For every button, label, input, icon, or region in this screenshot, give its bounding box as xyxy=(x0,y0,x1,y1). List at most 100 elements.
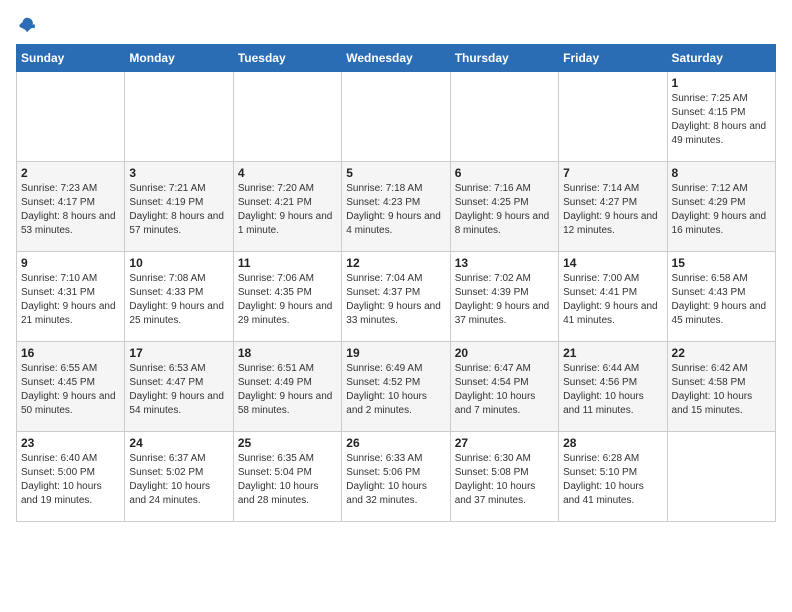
day-number: 3 xyxy=(129,166,228,180)
day-number: 16 xyxy=(21,346,120,360)
day-cell: 15 Sunrise: 6:58 AM Sunset: 4:43 PM Dayli… xyxy=(667,252,775,342)
day-number: 28 xyxy=(563,436,662,450)
day-cell: 24Sunrise: 6:37 AM Sunset: 5:02 PM Dayli… xyxy=(125,432,233,522)
day-number: 18 xyxy=(238,346,337,360)
day-number: 2 xyxy=(21,166,120,180)
day-number: 21 xyxy=(563,346,662,360)
day-info: Sunrise: 6:58 AM Sunset: 4:43 PM Dayligh… xyxy=(672,272,771,328)
week-row-1: 1 Sunrise: 7:25 AM Sunset: 4:15 PM Daylig… xyxy=(17,72,776,162)
day-info: Sunrise: 7:00 AM Sunset: 4:41 PM Dayligh… xyxy=(563,272,662,328)
day-number: 17 xyxy=(129,346,228,360)
weekday-header-sunday: Sunday xyxy=(17,45,125,72)
day-cell: 8 Sunrise: 7:12 AM Sunset: 4:29 PM Daylig… xyxy=(667,162,775,252)
day-cell xyxy=(342,72,450,162)
day-cell: 14 Sunrise: 7:00 AM Sunset: 4:41 PM Dayli… xyxy=(559,252,667,342)
day-number: 15 xyxy=(672,256,771,270)
day-cell: 23 Sunrise: 6:40 AM Sunset: 5:00 PM Dayli… xyxy=(17,432,125,522)
day-number: 6 xyxy=(455,166,554,180)
day-info: Sunrise: 6:30 AM Sunset: 5:08 PM Dayligh… xyxy=(455,452,554,508)
day-info: Sunrise: 7:12 AM Sunset: 4:29 PM Dayligh… xyxy=(672,182,771,238)
day-info: Sunrise: 6:28 AM Sunset: 5:10 PM Dayligh… xyxy=(563,452,662,508)
day-cell xyxy=(559,72,667,162)
day-cell: 11 Sunrise: 7:06 AM Sunset: 4:35 PM Dayli… xyxy=(233,252,341,342)
day-info: Sunrise: 6:33 AM Sunset: 5:06 PM Dayligh… xyxy=(346,452,445,508)
day-info: Sunrise: 6:55 AM Sunset: 4:45 PM Dayligh… xyxy=(21,362,120,418)
day-number: 14 xyxy=(563,256,662,270)
day-cell: 28 Sunrise: 6:28 AM Sunset: 5:10 PM Dayli… xyxy=(559,432,667,522)
day-cell: 4 Sunrise: 7:20 AM Sunset: 4:21 PM Daylig… xyxy=(233,162,341,252)
day-info: Sunrise: 6:47 AM Sunset: 4:54 PM Dayligh… xyxy=(455,362,554,418)
logo-bird-icon xyxy=(18,16,36,34)
weekday-header-thursday: Thursday xyxy=(450,45,558,72)
day-cell xyxy=(667,432,775,522)
day-info: Sunrise: 7:04 AM Sunset: 4:37 PM Dayligh… xyxy=(346,272,445,328)
day-cell: 21Sunrise: 6:44 AM Sunset: 4:56 PM Dayli… xyxy=(559,342,667,432)
day-cell: 9 Sunrise: 7:10 AM Sunset: 4:31 PM Daylig… xyxy=(17,252,125,342)
weekday-header-friday: Friday xyxy=(559,45,667,72)
day-info: Sunrise: 6:42 AM Sunset: 4:58 PM Dayligh… xyxy=(672,362,771,418)
day-info: Sunrise: 6:40 AM Sunset: 5:00 PM Dayligh… xyxy=(21,452,120,508)
day-info: Sunrise: 6:37 AM Sunset: 5:02 PM Dayligh… xyxy=(129,452,228,508)
day-number: 13 xyxy=(455,256,554,270)
day-number: 5 xyxy=(346,166,445,180)
weekday-header-wednesday: Wednesday xyxy=(342,45,450,72)
day-number: 12 xyxy=(346,256,445,270)
weekday-header-saturday: Saturday xyxy=(667,45,775,72)
weekday-header-tuesday: Tuesday xyxy=(233,45,341,72)
day-cell: 1 Sunrise: 7:25 AM Sunset: 4:15 PM Daylig… xyxy=(667,72,775,162)
logo xyxy=(16,16,36,34)
day-info: Sunrise: 7:14 AM Sunset: 4:27 PM Dayligh… xyxy=(563,182,662,238)
day-info: Sunrise: 7:06 AM Sunset: 4:35 PM Dayligh… xyxy=(238,272,337,328)
day-cell: 17 Sunrise: 6:53 AM Sunset: 4:47 PM Dayli… xyxy=(125,342,233,432)
week-row-4: 16 Sunrise: 6:55 AM Sunset: 4:45 PM Dayli… xyxy=(17,342,776,432)
day-info: Sunrise: 7:08 AM Sunset: 4:33 PM Dayligh… xyxy=(129,272,228,328)
day-info: Sunrise: 7:23 AM Sunset: 4:17 PM Dayligh… xyxy=(21,182,120,238)
day-number: 7 xyxy=(563,166,662,180)
week-row-3: 9 Sunrise: 7:10 AM Sunset: 4:31 PM Daylig… xyxy=(17,252,776,342)
weekday-header-row: SundayMondayTuesdayWednesdayThursdayFrid… xyxy=(17,45,776,72)
day-cell xyxy=(125,72,233,162)
day-cell xyxy=(450,72,558,162)
day-cell: 7 Sunrise: 7:14 AM Sunset: 4:27 PM Daylig… xyxy=(559,162,667,252)
day-info: Sunrise: 7:02 AM Sunset: 4:39 PM Dayligh… xyxy=(455,272,554,328)
day-number: 9 xyxy=(21,256,120,270)
day-cell: 20 Sunrise: 6:47 AM Sunset: 4:54 PM Dayli… xyxy=(450,342,558,432)
day-info: Sunrise: 6:53 AM Sunset: 4:47 PM Dayligh… xyxy=(129,362,228,418)
weekday-header-monday: Monday xyxy=(125,45,233,72)
day-cell: 27 Sunrise: 6:30 AM Sunset: 5:08 PM Dayli… xyxy=(450,432,558,522)
day-number: 4 xyxy=(238,166,337,180)
day-info: Sunrise: 7:20 AM Sunset: 4:21 PM Dayligh… xyxy=(238,182,337,238)
day-info: Sunrise: 6:49 AM Sunset: 4:52 PM Dayligh… xyxy=(346,362,445,418)
day-cell: 18 Sunrise: 6:51 AM Sunset: 4:49 PM Dayli… xyxy=(233,342,341,432)
day-info: Sunrise: 7:25 AM Sunset: 4:15 PM Dayligh… xyxy=(672,92,771,148)
day-cell: 10 Sunrise: 7:08 AM Sunset: 4:33 PM Dayli… xyxy=(125,252,233,342)
day-number: 20 xyxy=(455,346,554,360)
day-number: 26 xyxy=(346,436,445,450)
day-number: 8 xyxy=(672,166,771,180)
day-info: Sunrise: 6:35 AM Sunset: 5:04 PM Dayligh… xyxy=(238,452,337,508)
day-cell: 5 Sunrise: 7:18 AM Sunset: 4:23 PM Daylig… xyxy=(342,162,450,252)
day-info: Sunrise: 6:51 AM Sunset: 4:49 PM Dayligh… xyxy=(238,362,337,418)
day-number: 22 xyxy=(672,346,771,360)
day-number: 23 xyxy=(21,436,120,450)
day-number: 25 xyxy=(238,436,337,450)
calendar-table: SundayMondayTuesdayWednesdayThursdayFrid… xyxy=(16,44,776,522)
day-cell: 16 Sunrise: 6:55 AM Sunset: 4:45 PM Dayli… xyxy=(17,342,125,432)
day-cell: 6Sunrise: 7:16 AM Sunset: 4:25 PM Daylig… xyxy=(450,162,558,252)
week-row-2: 2 Sunrise: 7:23 AM Sunset: 4:17 PM Daylig… xyxy=(17,162,776,252)
day-info: Sunrise: 7:18 AM Sunset: 4:23 PM Dayligh… xyxy=(346,182,445,238)
day-cell: 12 Sunrise: 7:04 AM Sunset: 4:37 PM Dayli… xyxy=(342,252,450,342)
day-cell: 13 Sunrise: 7:02 AM Sunset: 4:39 PM Dayli… xyxy=(450,252,558,342)
day-cell: 3 Sunrise: 7:21 AM Sunset: 4:19 PM Daylig… xyxy=(125,162,233,252)
day-info: Sunrise: 7:21 AM Sunset: 4:19 PM Dayligh… xyxy=(129,182,228,238)
day-number: 10 xyxy=(129,256,228,270)
day-info: Sunrise: 7:10 AM Sunset: 4:31 PM Dayligh… xyxy=(21,272,120,328)
day-number: 27 xyxy=(455,436,554,450)
day-number: 19 xyxy=(346,346,445,360)
day-number: 11 xyxy=(238,256,337,270)
day-cell: 2 Sunrise: 7:23 AM Sunset: 4:17 PM Daylig… xyxy=(17,162,125,252)
day-cell: 25 Sunrise: 6:35 AM Sunset: 5:04 PM Dayli… xyxy=(233,432,341,522)
day-cell xyxy=(17,72,125,162)
day-number: 1 xyxy=(672,76,771,90)
day-cell: 26 Sunrise: 6:33 AM Sunset: 5:06 PM Dayli… xyxy=(342,432,450,522)
